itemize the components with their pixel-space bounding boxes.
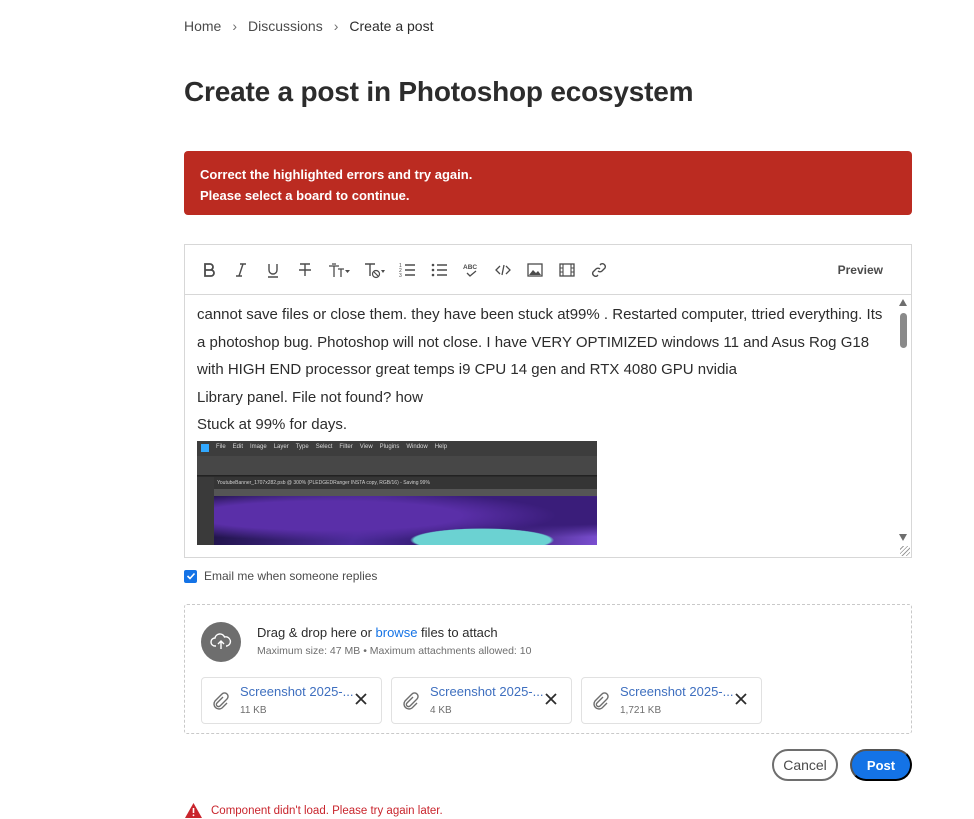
scroll-down-arrow-icon[interactable]: [899, 534, 907, 541]
attachment-chip: Screenshot 2025-... 11 KB: [201, 677, 382, 724]
editor-paragraph: cannot save files or close them. they ha…: [197, 306, 883, 378]
page-title: Create a post in Photoshop ecosystem: [184, 76, 694, 107]
breadcrumb-discussions-link[interactable]: Discussions: [248, 18, 323, 34]
photoshop-logo-icon: [201, 444, 209, 452]
error-banner-line-2: Please select a board to continue.: [200, 188, 410, 203]
italic-icon[interactable]: [225, 254, 257, 286]
image-icon[interactable]: [519, 254, 551, 286]
text-size-icon[interactable]: [321, 254, 356, 286]
attachment-chip: Screenshot 2025-... 4 KB: [391, 677, 572, 724]
paperclip-icon: [593, 692, 609, 710]
embedded-ruler: [214, 488, 597, 496]
spellcheck-icon[interactable]: ABC: [455, 254, 487, 286]
attachment-size: 4 KB: [430, 705, 452, 716]
numbered-list-icon[interactable]: 123: [391, 254, 423, 286]
scroll-up-arrow-icon[interactable]: [899, 299, 907, 306]
resize-handle-icon[interactable]: [900, 546, 910, 556]
breadcrumb-separator: ›: [333, 18, 339, 34]
remove-attachment-icon[interactable]: [733, 691, 749, 707]
svg-text:ABC: ABC: [463, 264, 477, 271]
preview-button[interactable]: Preview: [838, 263, 883, 277]
error-banner: Correct the highlighted errors and try a…: [184, 151, 912, 215]
underline-icon[interactable]: [257, 254, 289, 286]
post-body-editor[interactable]: cannot save files or close them. they ha…: [184, 294, 912, 558]
paperclip-icon: [403, 692, 419, 710]
embedded-options-bar: [197, 455, 597, 476]
component-error-message: Component didn't load. Please try again …: [184, 802, 443, 819]
drop-suffix: files to attach: [417, 625, 498, 640]
embedded-menu-bar: File Edit Image Layer Type Select Filter…: [197, 440, 597, 456]
attachment-name-link[interactable]: Screenshot 2025-...: [620, 684, 733, 699]
clear-format-icon[interactable]: [356, 254, 391, 286]
post-button[interactable]: Post: [850, 749, 912, 781]
component-error-text: Component didn't load. Please try again …: [211, 804, 443, 817]
editor-paragraph: Stuck at 99% for days.: [197, 416, 348, 433]
attachment-chip: Screenshot 2025-... 1,721 KB: [581, 677, 762, 724]
checkmark-icon: [186, 572, 195, 580]
attachment-dropzone[interactable]: Drag & drop here or browse files to atta…: [184, 604, 912, 734]
bold-icon[interactable]: [193, 254, 225, 286]
drop-prefix: Drag & drop here or: [257, 625, 376, 640]
attachment-name-link[interactable]: Screenshot 2025-...: [240, 684, 353, 699]
attachment-size: 1,721 KB: [620, 705, 662, 716]
cancel-button[interactable]: Cancel: [772, 749, 838, 781]
breadcrumb-home-link[interactable]: Home: [184, 18, 221, 34]
error-banner-line-1: Correct the highlighted errors and try a…: [200, 167, 473, 182]
editor-toolbar: 123 ABC Preview: [184, 244, 912, 294]
warning-icon: [185, 803, 202, 818]
link-icon[interactable]: [583, 254, 615, 286]
code-icon[interactable]: [487, 254, 519, 286]
upload-cloud-icon: [201, 622, 241, 662]
strikethrough-icon[interactable]: [289, 254, 321, 286]
remove-attachment-icon[interactable]: [543, 691, 559, 707]
editor-scrollbar[interactable]: [895, 295, 911, 557]
breadcrumb-separator: ›: [232, 18, 238, 34]
svg-text:3: 3: [399, 273, 402, 279]
email-replies-checkbox[interactable]: [184, 569, 197, 583]
breadcrumb: Home › Discussions › Create a post: [184, 18, 433, 34]
embedded-tools-panel: [197, 476, 214, 545]
browse-files-link[interactable]: browse: [376, 625, 418, 640]
embedded-screenshot-image[interactable]: File Edit Image Layer Type Select Filter…: [197, 440, 597, 545]
embedded-document-tab: YoutubeBanner_1707x282.psb @ 300% (PLEDG…: [214, 476, 597, 489]
paperclip-icon: [213, 692, 229, 710]
drop-instructions: Drag & drop here or browse files to atta…: [257, 625, 498, 640]
email-replies-option[interactable]: Email me when someone replies: [184, 569, 377, 583]
editor-content[interactable]: cannot save files or close them. they ha…: [197, 301, 887, 545]
attachment-size: 11 KB: [240, 705, 267, 716]
remove-attachment-icon[interactable]: [353, 691, 369, 707]
breadcrumb-current: Create a post: [349, 18, 434, 34]
bullet-list-icon[interactable]: [423, 254, 455, 286]
attachment-name-link[interactable]: Screenshot 2025-...: [430, 684, 543, 699]
editor-paragraph: Library panel. File not found? how: [197, 388, 423, 406]
attachment-limits: Maximum size: 47 MB • Maximum attachment…: [257, 645, 532, 657]
video-icon[interactable]: [551, 254, 583, 286]
embedded-canvas: [214, 495, 597, 545]
scroll-thumb[interactable]: [900, 313, 907, 348]
email-replies-label: Email me when someone replies: [204, 569, 378, 583]
